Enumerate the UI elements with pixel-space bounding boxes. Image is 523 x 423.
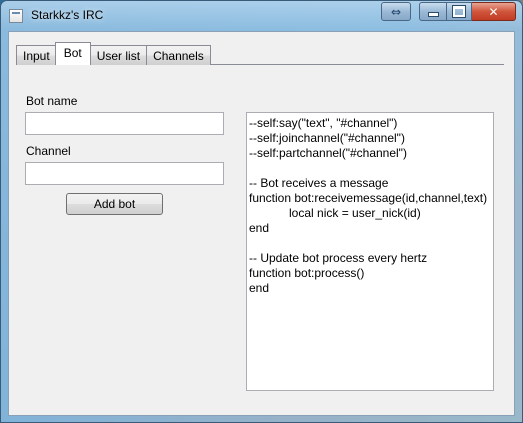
caption-buttons: ⇔ ✕ xyxy=(381,2,516,22)
close-icon: ✕ xyxy=(488,4,499,19)
tab-bot[interactable]: Bot xyxy=(54,42,91,65)
minimize-button[interactable] xyxy=(419,2,446,21)
code-line: -- Bot receives a message xyxy=(249,176,389,190)
title-bar[interactable]: Starkkz's IRC ⇔ ✕ xyxy=(1,1,522,31)
tab-channels[interactable]: Channels xyxy=(146,45,211,65)
bot-script-editor[interactable]: --self:say("text", "#channel") --self:joi… xyxy=(246,112,494,391)
tab-strip: Input Bot User list Channels xyxy=(16,42,211,65)
add-bot-button[interactable]: Add bot xyxy=(66,193,163,215)
code-line: end xyxy=(249,221,270,235)
tab-user-list[interactable]: User list xyxy=(89,45,148,65)
bot-name-input[interactable] xyxy=(25,112,224,135)
window-title: Starkkz's IRC xyxy=(31,8,104,22)
maximize-button[interactable] xyxy=(446,2,472,21)
code-line: --self:say("text", "#channel") xyxy=(249,116,398,130)
app-window: Starkkz's IRC ⇔ ✕ Input Bot User list Ch… xyxy=(0,0,523,423)
code-line: --self:joinchannel("#channel") xyxy=(249,131,405,145)
code-line: local nick = user_nick(id) xyxy=(249,206,421,220)
minimize-icon xyxy=(427,12,439,17)
close-button[interactable]: ✕ xyxy=(472,2,516,21)
code-line: function bot:process() xyxy=(249,266,365,280)
code-line: function bot:receivemessage(id,channel,t… xyxy=(249,191,488,205)
channel-label: Channel xyxy=(26,144,71,158)
application-icon xyxy=(9,9,23,23)
maximize-icon xyxy=(452,5,466,18)
bot-name-label: Bot name xyxy=(26,94,78,108)
channel-input[interactable] xyxy=(25,162,224,185)
resize-arrows-button[interactable]: ⇔ xyxy=(381,2,411,21)
client-area: Input Bot User list Channels Bot name Ch… xyxy=(8,31,515,416)
code-line: --self:partchannel("#channel") xyxy=(249,146,407,160)
code-line: end xyxy=(249,281,270,295)
tab-input[interactable]: Input xyxy=(16,45,57,65)
code-line: -- Update bot process every hertz xyxy=(249,251,428,265)
resize-arrows-icon: ⇔ xyxy=(390,4,402,19)
